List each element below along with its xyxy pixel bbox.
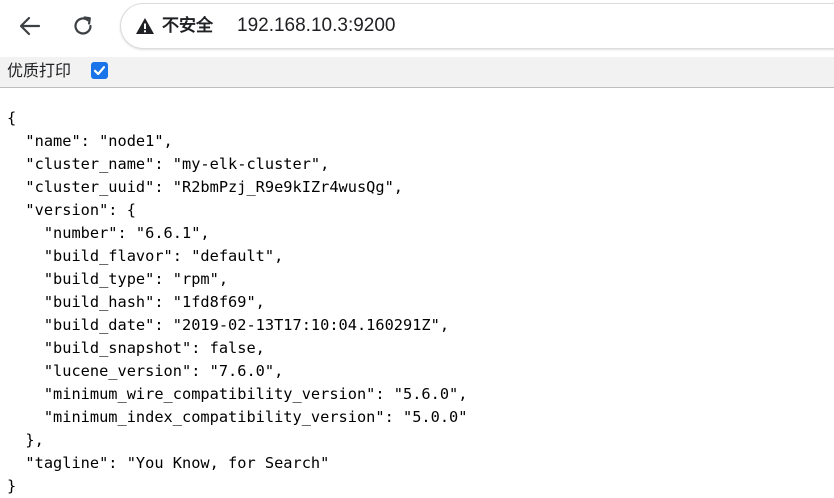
address-bar[interactable] (120, 3, 834, 49)
json-line: "build_hash": "1fd8f69", (7, 293, 265, 311)
json-line: { (7, 109, 17, 127)
back-button[interactable] (13, 9, 47, 43)
warning-icon[interactable] (135, 16, 155, 36)
json-line: "tagline": "You Know, for Search" (7, 454, 330, 472)
reload-icon (74, 16, 92, 35)
json-response: { "name": "node1", "cluster_name": "my-e… (7, 107, 467, 498)
browser-toolbar: 不安全 192.168.10.3:9200 (0, 0, 834, 53)
security-label[interactable]: 不安全 (162, 14, 213, 38)
json-line: "build_flavor": "default", (7, 247, 284, 265)
json-line: }, (7, 431, 44, 449)
pretty-print-label[interactable]: 优质打印 (7, 60, 71, 82)
json-line: "minimum_index_compatibility_version": "… (7, 408, 468, 426)
pretty-print-bar: 优质打印 (0, 57, 834, 88)
reload-button[interactable] (66, 9, 100, 43)
pretty-print-checkbox[interactable] (91, 62, 108, 79)
json-line: "name": "node1", (7, 132, 173, 150)
json-line: "number": "6.6.1", (7, 224, 210, 242)
json-line: "cluster_name": "my-elk-cluster", (7, 155, 330, 173)
arrow-left-icon (19, 16, 41, 36)
json-line: "lucene_version": "7.6.0", (7, 362, 284, 380)
json-line: "minimum_wire_compatibility_version": "5… (7, 385, 468, 403)
json-line: "build_snapshot": false, (7, 339, 265, 357)
json-line: "cluster_uuid": "R2bmPzj_R9e9kIZr4wusQg"… (7, 178, 404, 196)
json-line: } (7, 477, 17, 495)
json-line: "version": { (7, 201, 136, 219)
json-line: "build_type": "rpm", (7, 270, 229, 288)
check-icon (93, 66, 106, 76)
json-line: "build_date": "2019-02-13T17:10:04.16029… (7, 316, 450, 334)
url-text[interactable]: 192.168.10.3:9200 (237, 14, 396, 38)
